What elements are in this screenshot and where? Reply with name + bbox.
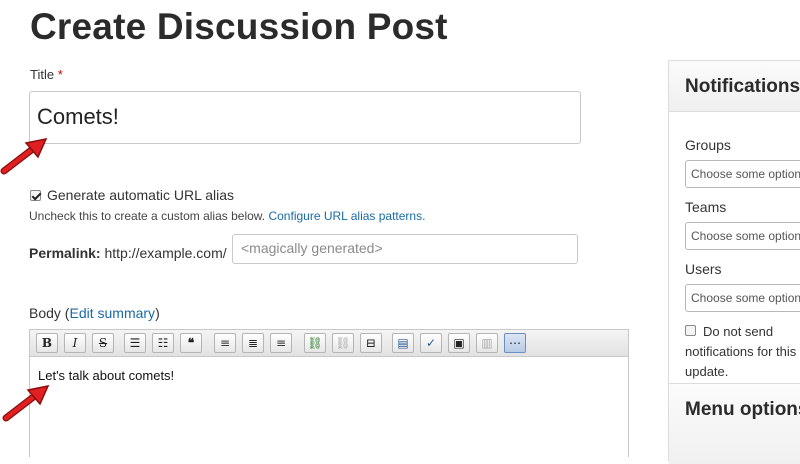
title-label-text: Title (30, 67, 55, 82)
required-marker: * (57, 67, 63, 82)
image-button[interactable]: ▣ (448, 333, 470, 353)
edit-summary-link[interactable]: Edit summary (69, 305, 155, 321)
align-center-button[interactable]: ≣ (242, 333, 264, 353)
strikethrough-button[interactable]: S (92, 333, 114, 353)
italic-button[interactable]: I (64, 333, 86, 353)
title-input[interactable]: Comets! (29, 91, 581, 144)
alias-description: Uncheck this to create a custom alias be… (29, 209, 425, 223)
editor-toolbar: B I S ☰ ☷ ❝ ≡ ≣ ≡ ⛓ ⛓ ⊟ ▤ ✓ ▣ ▥ ⋯ (29, 329, 629, 357)
numbered-list-button[interactable]: ☷ (152, 333, 174, 353)
template-button[interactable]: ▤ (392, 333, 414, 353)
groups-label: Groups (685, 137, 731, 153)
pointer-arrow-icon (2, 384, 50, 422)
auto-alias-label: Generate automatic URL alias (47, 187, 235, 203)
no-notify-label: Do not send notifications for this updat… (685, 324, 797, 379)
spellcheck-button[interactable]: ✓ (420, 333, 442, 353)
auto-alias-checkbox[interactable] (30, 190, 41, 201)
page-break-button[interactable]: ⊟ (360, 333, 382, 353)
body-label-row: Body (Edit summary) (29, 305, 160, 321)
permalink-label: Permalink: (29, 245, 101, 261)
body-label: Body (29, 305, 61, 321)
permalink-row: Permalink: http://example.com/ (29, 245, 227, 261)
title-label: Title * (30, 67, 63, 82)
bulleted-list-button[interactable]: ☰ (124, 333, 146, 353)
configure-alias-link[interactable]: Configure URL alias patterns. (268, 209, 425, 223)
menu-options-header[interactable]: Menu options (669, 383, 800, 464)
page-title: Create Discussion Post (30, 6, 448, 47)
show-blocks-button[interactable]: ⋯ (504, 333, 526, 353)
link-button[interactable]: ⛓ (304, 333, 326, 353)
menu-options-title: Menu options (685, 399, 800, 420)
body-editor[interactable]: Let's talk about comets! (29, 357, 629, 457)
paste-button[interactable]: ▥ (476, 333, 498, 353)
unlink-button[interactable]: ⛓ (332, 333, 354, 353)
align-left-button[interactable]: ≡ (214, 333, 236, 353)
permalink-base: http://example.com/ (104, 245, 227, 261)
url-alias-input[interactable]: <magically generated> (232, 234, 578, 264)
align-right-button[interactable]: ≡ (270, 333, 292, 353)
notifications-header[interactable]: Notifications (669, 61, 800, 112)
body-text: Let's talk about comets! (38, 368, 175, 383)
bold-button[interactable]: B (36, 333, 58, 353)
pointer-arrow-icon (0, 137, 48, 175)
teams-select[interactable]: Choose some options (685, 222, 800, 250)
notifications-title: Notifications (685, 76, 800, 97)
teams-label: Teams (685, 199, 727, 215)
alias-description-text: Uncheck this to create a custom alias be… (29, 209, 266, 223)
sidebar: Notifications Groups Choose some options… (668, 60, 800, 464)
users-select[interactable]: Choose some options (685, 284, 800, 312)
users-label: Users (685, 261, 722, 277)
groups-select[interactable]: Choose some options (685, 160, 800, 188)
blockquote-button[interactable]: ❝ (180, 333, 202, 353)
